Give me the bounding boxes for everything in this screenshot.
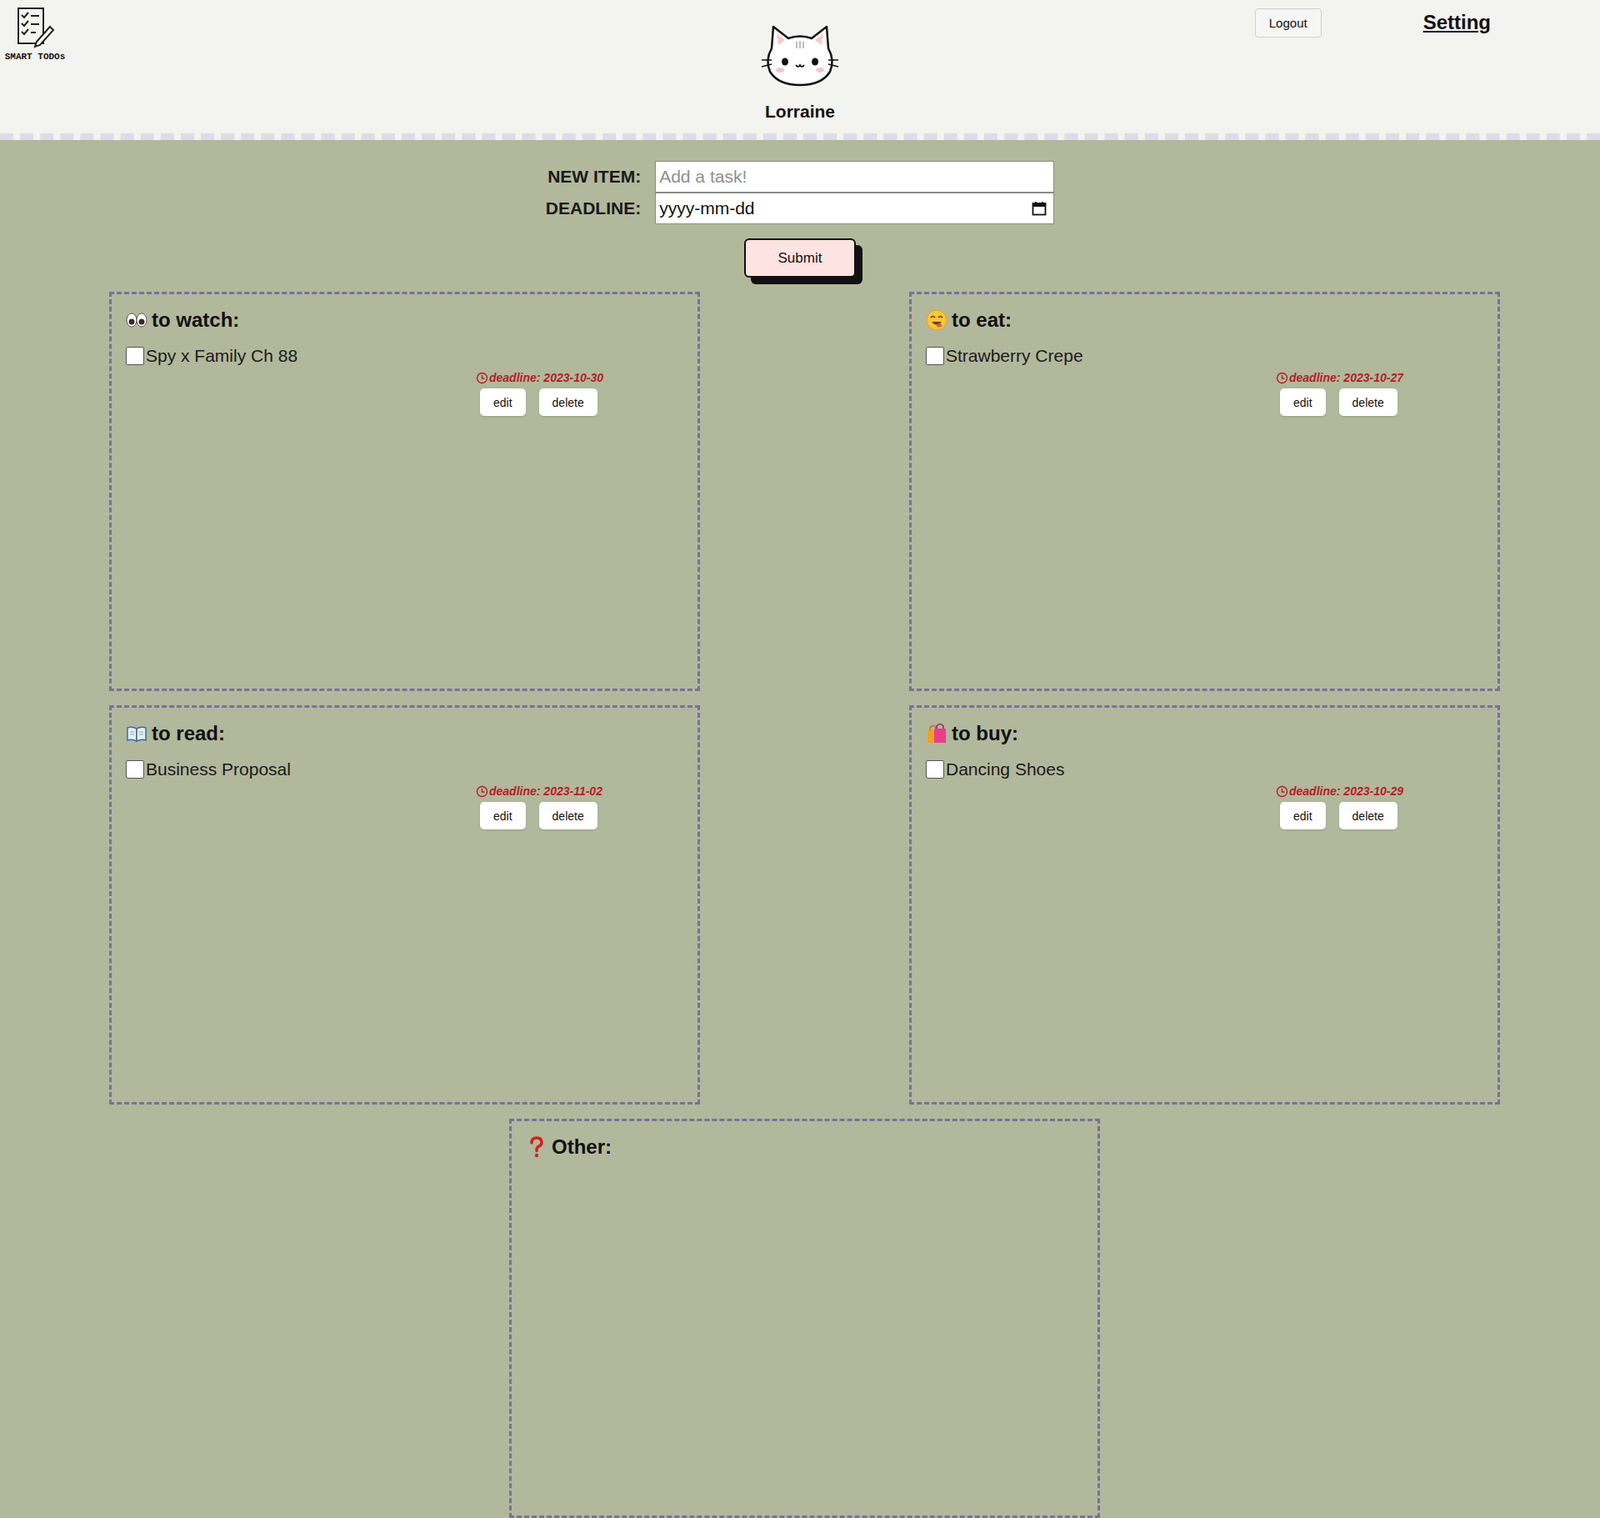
edit-button[interactable]: edit (1280, 801, 1326, 830)
todo-actions: edit delete (480, 388, 598, 416)
todo-checkbox[interactable] (925, 346, 945, 365)
clock-icon (1275, 785, 1289, 798)
deadline-label: DEADLINE: (545, 198, 641, 219)
todo-checkbox[interactable] (925, 760, 945, 779)
todo-card: to eat: Strawberry Crepe deadline: 2023-10… (909, 291, 1500, 691)
header-actions: Logout Setting (840, 0, 1600, 134)
card-title-text: Other: (551, 1135, 612, 1159)
todo-actions: edit delete (480, 801, 598, 830)
todo-board: to watch: Spy x Family Ch 88 deadline: 202… (109, 291, 1500, 1518)
item-field (655, 160, 1055, 193)
card-title: to watch: (125, 305, 684, 335)
item-input[interactable] (655, 160, 1055, 193)
submit-button[interactable]: Submit (744, 238, 856, 278)
checklist-logo-icon (13, 5, 57, 49)
deadline-text: deadline: 2023-10-27 (1289, 370, 1404, 385)
username: Lorraine (765, 101, 835, 122)
todo-checkbox[interactable] (125, 760, 145, 779)
logo[interactable]: SMART TODOs (0, 0, 70, 134)
card-title: to eat: (925, 305, 1484, 335)
form-fields: NEW ITEM: DEADLINE: (545, 160, 1055, 225)
smiley-icon (925, 309, 948, 331)
todo-item: Strawberry Crepe deadline: 2023-10-27 edit… (925, 345, 1484, 416)
todo-card: Other: (509, 1118, 1100, 1518)
card-title: to buy: (925, 719, 1484, 748)
todo-card: to buy: Dancing Shoes deadline: 2023-10-29… (909, 705, 1500, 1105)
logout-button[interactable]: Logout (1255, 8, 1322, 38)
new-item-form: NEW ITEM: DEADLINE: Submit (0, 160, 1600, 278)
book-icon (125, 722, 148, 745)
setting-link[interactable]: Setting (1423, 10, 1491, 35)
deadline: deadline: 2023-10-27 (1275, 370, 1404, 385)
card-title-text: to read: (151, 721, 225, 745)
eyes-icon (125, 309, 148, 331)
question-mark-icon (525, 1135, 548, 1158)
todo-row: Business Proposal (125, 759, 684, 780)
card-title: Other: (525, 1132, 1084, 1161)
todo-meta: deadline: 2023-10-29 edit delete (1275, 784, 1484, 830)
todo-item: Dancing Shoes deadline: 2023-10-29 editdel… (925, 759, 1484, 830)
header: SMART TODOs Lorraine Logout Setting (0, 0, 1600, 140)
delete-button[interactable]: delete (1339, 801, 1398, 830)
deadline-text: deadline: 2023-11-02 (489, 784, 603, 798)
clock-icon (475, 785, 489, 798)
logo-text: SMART TODOs (5, 51, 66, 62)
todo-actions: edit delete (1280, 801, 1398, 830)
deadline-text: deadline: 2023-10-29 (1289, 784, 1404, 798)
card-title-text: to eat: (951, 308, 1012, 332)
todo-item: Business Proposal deadline: 2023-11-02 edi… (125, 759, 684, 830)
deadline-text: deadline: 2023-10-30 (489, 370, 604, 385)
shopping-bags-icon (925, 722, 948, 745)
todo-card: to read: Business Proposal deadline: 2023-… (109, 705, 700, 1105)
todo-item: Spy x Family Ch 88 deadline: 2023-10-30 ed… (125, 345, 684, 416)
deadline: deadline: 2023-11-02 (475, 784, 603, 798)
todo-card: to watch: Spy x Family Ch 88 deadline: 202… (109, 291, 700, 691)
deadline-input[interactable] (655, 192, 1055, 225)
card-title: to read: (125, 719, 684, 748)
card-title-text: to buy: (951, 721, 1019, 745)
edit-button[interactable]: edit (1280, 388, 1326, 416)
deadline: deadline: 2023-10-29 (1275, 784, 1404, 798)
profile: Lorraine (760, 0, 840, 134)
todo-row: Spy x Family Ch 88 (125, 345, 684, 366)
todo-text: Dancing Shoes (945, 759, 1065, 780)
clock-icon (475, 371, 489, 385)
clock-icon (1275, 371, 1289, 385)
todo-row: Strawberry Crepe (925, 345, 1484, 366)
todo-meta: deadline: 2023-11-02 edit delete (475, 784, 684, 830)
todo-actions: edit delete (1280, 388, 1398, 416)
delete-button[interactable]: delete (539, 801, 598, 830)
deadline: deadline: 2023-10-30 (475, 370, 604, 385)
delete-button[interactable]: delete (539, 388, 598, 416)
cat-avatar-icon (760, 23, 840, 87)
calendar-icon[interactable] (1031, 200, 1047, 216)
card-title-text: to watch: (151, 308, 240, 332)
todo-row: Dancing Shoes (925, 759, 1484, 780)
deadline-field (655, 192, 1055, 225)
todo-meta: deadline: 2023-10-30 edit delete (475, 370, 684, 416)
todo-text: Spy x Family Ch 88 (145, 345, 298, 366)
todo-text: Strawberry Crepe (945, 345, 1084, 366)
todo-text: Business Proposal (145, 759, 291, 780)
todo-meta: deadline: 2023-10-27 edit delete (1275, 370, 1484, 416)
edit-button[interactable]: edit (480, 388, 526, 416)
edit-button[interactable]: edit (480, 801, 526, 830)
item-label: NEW ITEM: (545, 166, 641, 187)
todo-checkbox[interactable] (125, 346, 145, 365)
delete-button[interactable]: delete (1339, 388, 1398, 416)
